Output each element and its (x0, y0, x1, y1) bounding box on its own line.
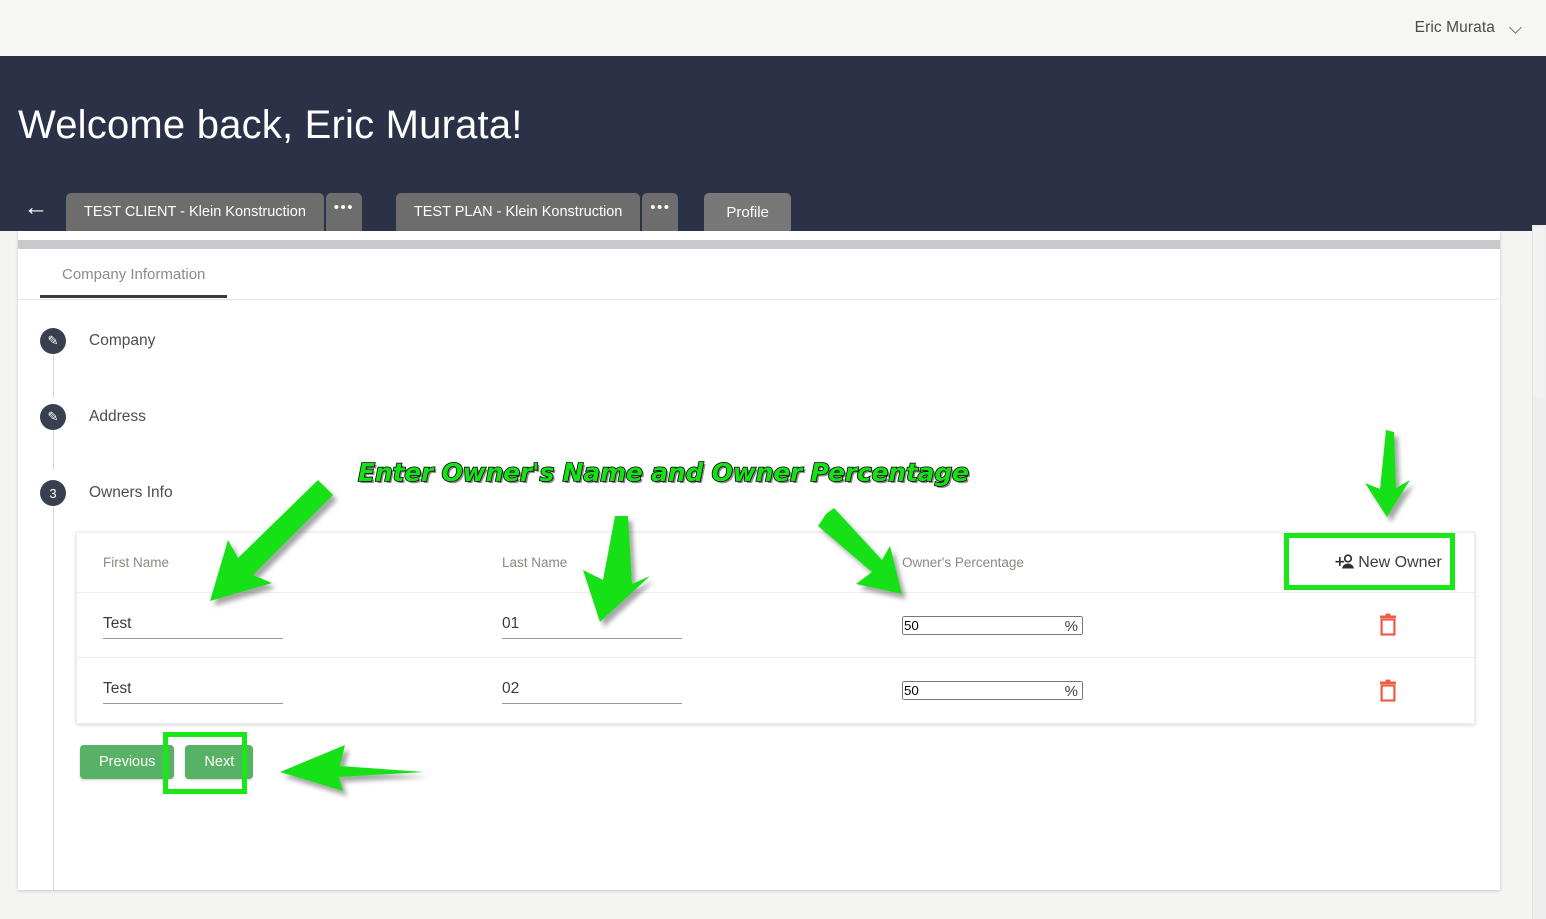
tab-company-information[interactable]: Company Information (40, 262, 228, 298)
row-1-first-name-field (103, 611, 283, 639)
tab-test-client-group: TEST CLIENT - Klein Konstruction ••• (66, 193, 362, 231)
hero-banner: Welcome back, Eric Murata! ← TEST CLIENT… (0, 56, 1546, 231)
row-1-first-name-cell (77, 611, 502, 639)
trash-icon[interactable] (1377, 613, 1399, 637)
new-owner-button[interactable]: + New Owner (1324, 547, 1452, 578)
content-tab-row: Company Information (18, 255, 1500, 300)
first-name-input[interactable] (103, 677, 283, 704)
column-header-last-name-cell: Last Name (502, 554, 902, 572)
step-company-marker: ✎ (40, 328, 66, 354)
wizard-nav-buttons: Previous Next (80, 745, 254, 779)
table-row: % (77, 658, 1474, 723)
back-arrow-icon[interactable]: ← (14, 185, 58, 229)
row-1-percentage-field: % (902, 615, 1083, 635)
new-owner-cell: + New Owner (1302, 547, 1474, 578)
column-header-owners-percentage: Owner's Percentage (902, 554, 1024, 570)
tab-test-client-menu-icon[interactable]: ••• (325, 193, 362, 231)
tab-test-client[interactable]: TEST CLIENT - Klein Konstruction (66, 193, 324, 231)
column-header-first-name-cell: First Name (77, 554, 502, 572)
column-header-last-name: Last Name (502, 554, 568, 570)
app-root: Eric Murata Welcome back, Eric Murata! ←… (0, 0, 1546, 919)
tab-test-plan-group: TEST PLAN - Klein Konstruction ••• (395, 193, 679, 231)
percent-symbol: % (1064, 617, 1078, 635)
step-address[interactable]: ✎ Address (40, 402, 1480, 432)
row-2-last-name-cell (502, 677, 902, 704)
column-header-first-name: First Name (103, 554, 170, 570)
tab-profile[interactable]: Profile (704, 193, 791, 231)
row-2-first-name-cell (77, 677, 502, 704)
step-address-label: Address (89, 408, 146, 425)
step-connector-3 (53, 497, 54, 890)
column-header-percentage-cell: Owner's Percentage (902, 554, 1302, 572)
percent-symbol: % (1064, 683, 1078, 700)
user-name-label: Eric Murata (1414, 19, 1495, 36)
owner-percentage-input[interactable] (902, 681, 1083, 700)
step-company[interactable]: ✎ Company (40, 326, 1480, 356)
previous-button[interactable]: Previous (80, 745, 175, 779)
user-menu[interactable]: Eric Murata (1415, 19, 1522, 37)
trash-icon[interactable] (1377, 679, 1399, 703)
content-card: Company Information ✎ Company ✎ Address … (18, 231, 1500, 890)
row-2-action-cell (1302, 679, 1474, 703)
first-name-input[interactable] (103, 611, 283, 639)
row-1-percentage-cell: % (902, 615, 1302, 635)
top-user-bar: Eric Murata (0, 0, 1546, 56)
hero-tabbar: ← TEST CLIENT - Klein Konstruction ••• T… (0, 187, 1546, 231)
table-row: % (77, 593, 1474, 658)
step-owners-info[interactable]: 3 Owners Info (40, 478, 1480, 508)
new-owner-label: New Owner (1358, 553, 1442, 571)
step-company-label: Company (89, 332, 156, 349)
person-add-icon: + (1334, 554, 1355, 570)
next-button[interactable]: Next (185, 745, 254, 779)
owner-percentage-input[interactable] (902, 615, 1083, 635)
row-1-action-cell (1302, 613, 1474, 637)
last-name-input[interactable] (502, 611, 682, 639)
step-owners-info-label: Owners Info (89, 484, 173, 501)
step-address-marker: ✎ (40, 404, 66, 430)
last-name-input[interactable] (502, 677, 682, 704)
tab-test-plan[interactable]: TEST PLAN - Klein Konstruction (395, 193, 641, 231)
progress-bar (18, 240, 1500, 249)
tab-test-plan-menu-icon[interactable]: ••• (642, 193, 679, 231)
row-2-last-name-field (502, 677, 682, 704)
step-owners-info-marker: 3 (40, 480, 66, 506)
row-2-percentage-field: % (902, 681, 1083, 700)
vertical-scrollbar-thumb[interactable] (1533, 227, 1545, 397)
owners-table: First Name Last Name Owner's Percentage … (76, 532, 1475, 724)
page-title: Welcome back, Eric Murata! (18, 103, 523, 147)
row-2-percentage-cell: % (902, 681, 1302, 700)
row-1-last-name-field (502, 611, 682, 639)
row-2-first-name-field (103, 677, 283, 704)
step-connector-1 (53, 353, 54, 398)
chevron-down-icon[interactable] (1511, 23, 1522, 34)
owners-table-header: First Name Last Name Owner's Percentage … (77, 533, 1474, 593)
row-1-last-name-cell (502, 611, 902, 639)
